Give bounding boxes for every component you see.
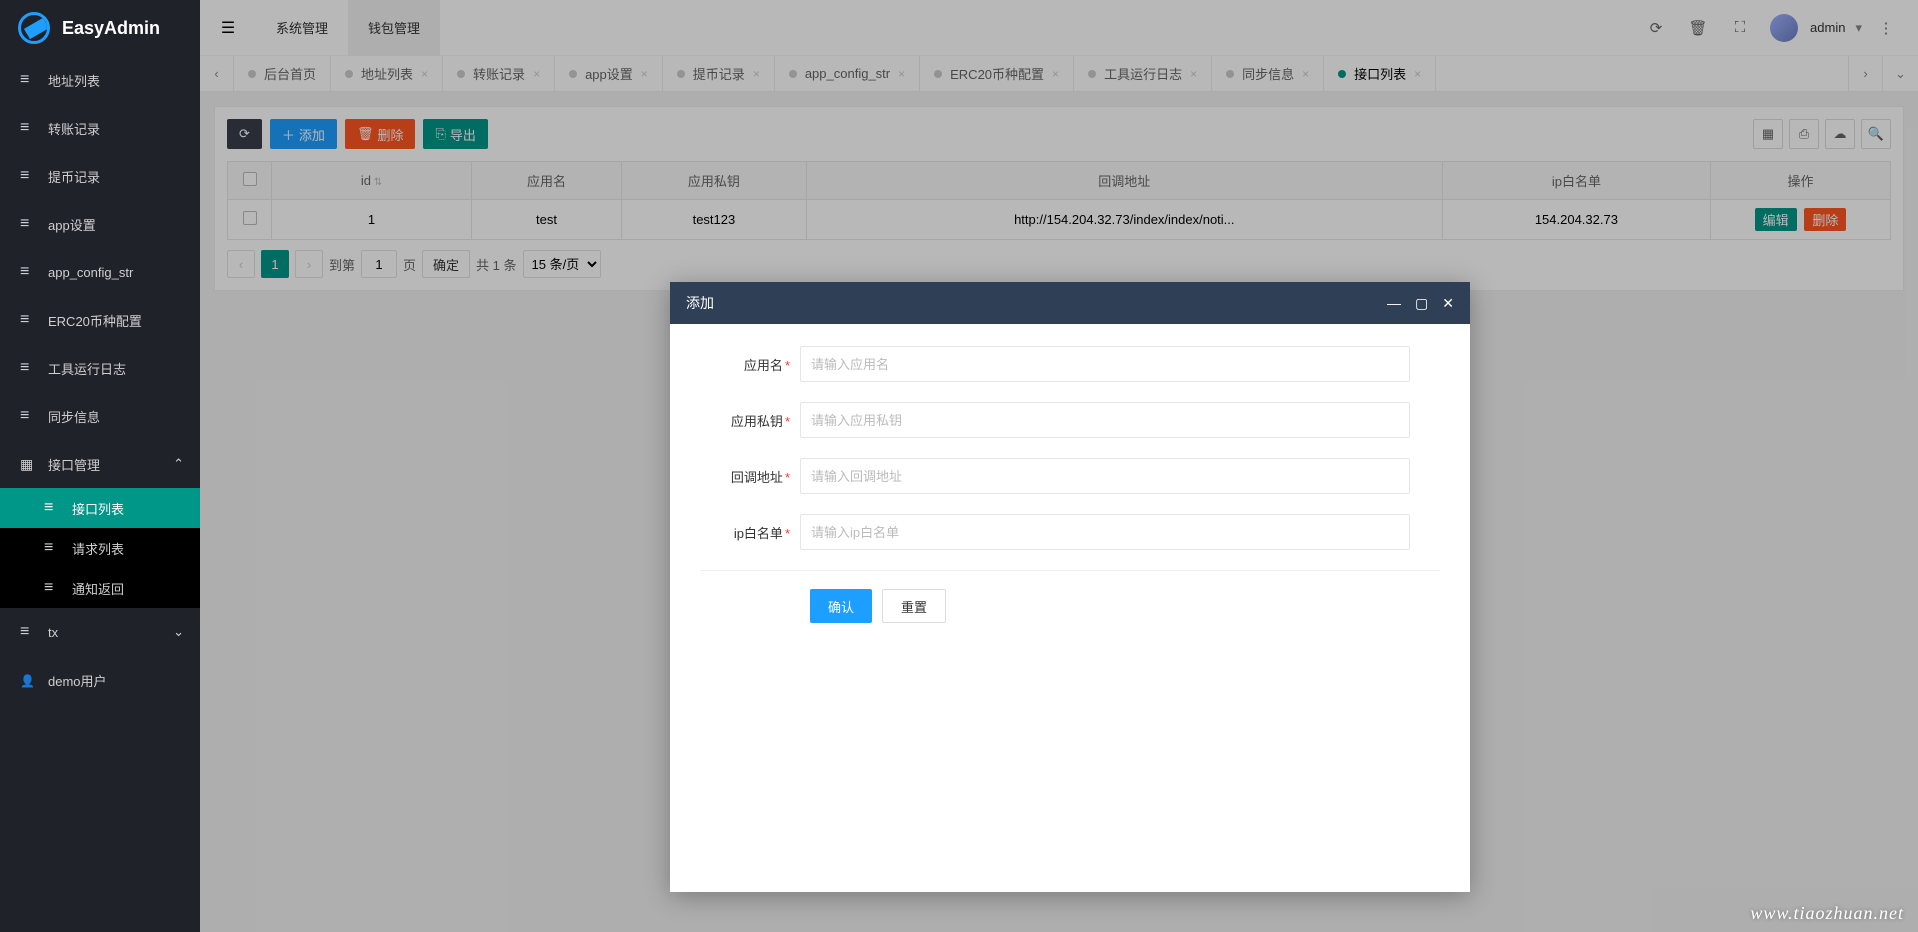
label-ipwhite: ip白名单: [734, 526, 783, 541]
nav-api-list[interactable]: 接口列表: [0, 488, 200, 528]
nav-label: app设置: [48, 215, 96, 234]
nav-menu: 地址列表 转账记录 提币记录 app设置 app_config_str ERC2…: [0, 56, 200, 704]
input-ipwhite[interactable]: [800, 514, 1410, 550]
nav-demo[interactable]: demo用户: [0, 656, 200, 704]
nav-withdraw[interactable]: 提币记录: [0, 152, 200, 200]
minimize-icon[interactable]: ―: [1387, 295, 1401, 311]
label-name: 应用名: [744, 358, 783, 373]
nav-label: app_config_str: [48, 265, 133, 280]
required-mark: *: [785, 470, 790, 485]
list-icon: [20, 311, 36, 329]
nav-api-req[interactable]: 请求列表: [0, 528, 200, 568]
nav-label: 提币记录: [48, 167, 100, 186]
nav-label: ERC20币种配置: [48, 311, 142, 330]
nav-label: 接口列表: [72, 499, 124, 518]
input-callback[interactable]: [800, 458, 1410, 494]
label-secret: 应用私钥: [731, 414, 783, 429]
module-icon: [20, 456, 36, 473]
nav-transfer[interactable]: 转账记录: [0, 104, 200, 152]
nav-toollog[interactable]: 工具运行日志: [0, 344, 200, 392]
nav-sync[interactable]: 同步信息: [0, 392, 200, 440]
list-icon: [20, 359, 36, 377]
brand-text: EasyAdmin: [62, 18, 160, 39]
nav-appcfg[interactable]: app_config_str: [0, 248, 200, 296]
modal-body: 应用名* 应用私钥* 回调地址* ip白名单* 确认 重置: [670, 324, 1470, 892]
add-modal: 添加 ― ▢ ✕ 应用名* 应用私钥* 回调地址* ip白名单*: [670, 282, 1470, 892]
reset-button[interactable]: 重置: [882, 589, 946, 623]
list-icon: [20, 71, 36, 89]
required-mark: *: [785, 526, 790, 541]
label-callback: 回调地址: [731, 470, 783, 485]
close-icon[interactable]: ✕: [1442, 295, 1454, 312]
list-icon: [20, 119, 36, 137]
list-icon: [20, 167, 36, 185]
list-icon: [20, 407, 36, 425]
required-mark: *: [785, 358, 790, 373]
maximize-icon[interactable]: ▢: [1415, 295, 1428, 312]
list-icon: [20, 215, 36, 233]
list-icon: [20, 623, 36, 641]
nav-label: 工具运行日志: [48, 359, 126, 378]
input-name[interactable]: [800, 346, 1410, 382]
required-mark: *: [785, 414, 790, 429]
list-icon: [20, 263, 36, 281]
nav-appset[interactable]: app设置: [0, 200, 200, 248]
list-icon: [44, 539, 60, 557]
nav-label: 请求列表: [72, 539, 124, 558]
nav-label: 地址列表: [48, 71, 100, 90]
nav-label: 接口管理: [48, 455, 100, 474]
nav-addr[interactable]: 地址列表: [0, 56, 200, 104]
nav-label: 转账记录: [48, 119, 100, 138]
nav-label: 通知返回: [72, 579, 124, 598]
modal-header[interactable]: 添加 ― ▢ ✕: [670, 282, 1470, 324]
nav-api[interactable]: 接口管理 ⌃: [0, 440, 200, 488]
chevron-down-icon: ⌄: [173, 624, 184, 640]
user-icon: [20, 672, 36, 688]
confirm-button[interactable]: 确认: [810, 589, 872, 623]
list-icon: [44, 579, 60, 597]
nav-erc20[interactable]: ERC20币种配置: [0, 296, 200, 344]
input-secret[interactable]: [800, 402, 1410, 438]
nav-label: tx: [48, 625, 58, 640]
logo-icon: [18, 12, 50, 44]
logo[interactable]: EasyAdmin: [0, 0, 200, 56]
chevron-up-icon: ⌃: [173, 456, 184, 472]
nav-label: demo用户: [48, 671, 107, 690]
modal-title: 添加: [686, 293, 1373, 313]
watermark: www.tiaozhuan.net: [1750, 903, 1904, 924]
sidebar: EasyAdmin 地址列表 转账记录 提币记录 app设置 app_confi…: [0, 0, 200, 932]
nav-api-notify[interactable]: 通知返回: [0, 568, 200, 608]
nav-label: 同步信息: [48, 407, 100, 426]
nav-tx[interactable]: tx ⌄: [0, 608, 200, 656]
list-icon: [44, 499, 60, 517]
